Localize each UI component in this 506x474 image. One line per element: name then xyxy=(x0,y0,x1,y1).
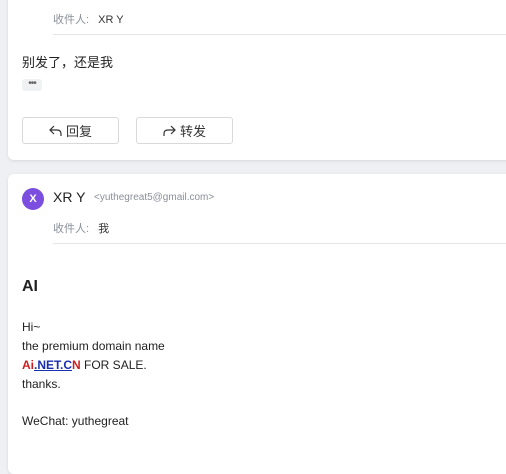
wechat-line: WeChat: yuthegreat xyxy=(22,414,129,428)
sale-text: FOR SALE. xyxy=(80,358,147,372)
reply-button[interactable]: 回复 xyxy=(22,117,119,144)
divider xyxy=(53,34,506,35)
message-card-current: X XR Y <yuthegreat5@gmail.com> 收件人: 我 AI… xyxy=(8,174,506,474)
domain-ai-text: Ai xyxy=(22,358,34,372)
forward-icon xyxy=(163,125,176,136)
reply-label: 回复 xyxy=(65,124,92,139)
avatar[interactable]: X xyxy=(22,188,44,210)
greeting-line: Hi~ xyxy=(22,320,41,334)
recipient-label: 收件人: xyxy=(53,223,90,235)
reply-icon xyxy=(49,125,62,136)
recipient-name[interactable]: XR Y xyxy=(98,14,123,26)
domain-sale-line: Ai.NET.CN FOR SALE. xyxy=(22,358,147,372)
sender-name[interactable]: XR Y xyxy=(53,189,85,205)
recipient-name[interactable]: 我 xyxy=(98,223,109,235)
domain-link[interactable]: .NET.C xyxy=(34,358,72,372)
body-line: the premium domain name xyxy=(22,339,165,353)
thanks-line: thanks. xyxy=(22,377,61,391)
forward-button[interactable]: 转发 xyxy=(136,117,233,144)
message-body: 别发了，还是我 xyxy=(22,55,114,70)
message-card-previous: 收件人: XR Y 别发了，还是我 ••• 回复 转发 xyxy=(8,0,506,160)
recipient-row: 收件人: XR Y xyxy=(53,11,124,27)
sender-email[interactable]: <yuthegreat5@gmail.com> xyxy=(94,192,214,203)
domain-n-text: N xyxy=(72,358,81,372)
divider xyxy=(53,243,506,244)
recipient-row: 收件人: 我 xyxy=(53,220,109,236)
recipient-label: 收件人: xyxy=(53,14,90,26)
forward-label: 转发 xyxy=(179,124,206,139)
body-heading: AI xyxy=(22,278,38,295)
show-quoted-button[interactable]: ••• xyxy=(22,79,42,91)
